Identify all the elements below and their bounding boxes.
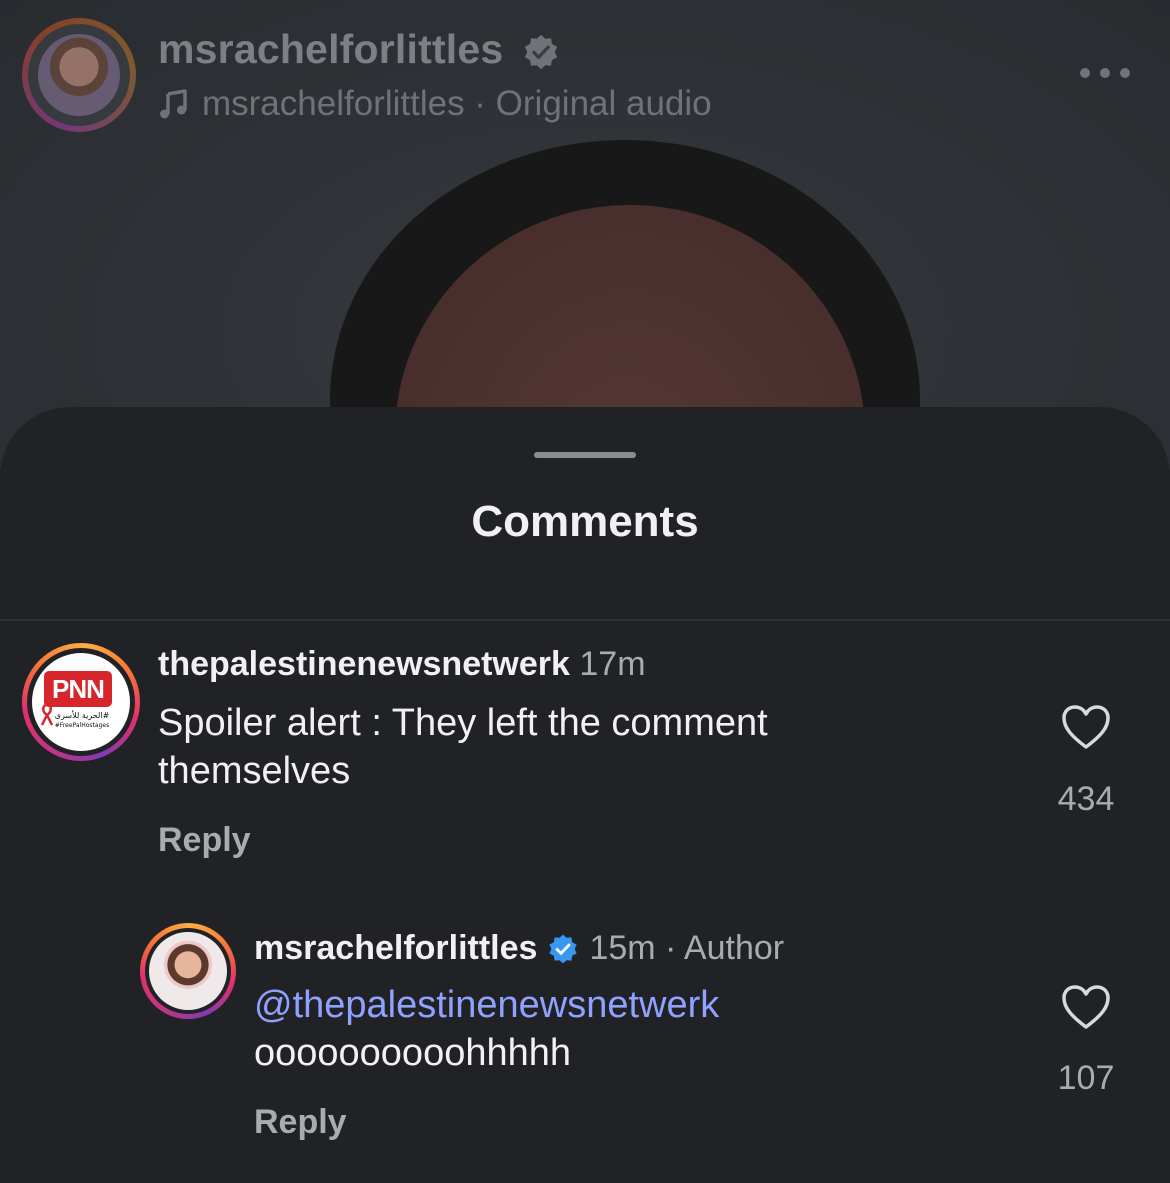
- like-count: 434: [1057, 780, 1115, 818]
- comments-sheet: Comments PNN الحرية للأسرى# #FreePalHost…: [0, 407, 1170, 1183]
- like-count: 107: [1057, 1059, 1115, 1097]
- avatar-photo: [38, 34, 120, 116]
- reply-author-avatar[interactable]: [140, 923, 236, 1019]
- avatar-arabic-text: الحرية للأسرى#: [54, 711, 110, 720]
- reply-button[interactable]: Reply: [158, 821, 251, 860]
- reply-comment-item: msrachelforlittles 15m · Author @thepale…: [0, 887, 1170, 1183]
- pnn-logo: PNN: [44, 671, 112, 707]
- like-heart-icon[interactable]: [1060, 983, 1112, 1031]
- music-note-icon: [160, 89, 187, 119]
- comment-meta: 15m · Author: [589, 929, 785, 967]
- more-options-icon[interactable]: [1080, 66, 1130, 80]
- avatar-hashtag: #FreePalHostages: [54, 722, 110, 729]
- like-heart-icon[interactable]: [1060, 703, 1112, 751]
- avatar-photo: [149, 932, 227, 1010]
- reel-author-avatar[interactable]: [22, 18, 136, 132]
- verified-badge-icon: [549, 934, 578, 963]
- reply-button[interactable]: Reply: [254, 1103, 347, 1142]
- commenter-avatar[interactable]: PNN الحرية للأسرى# #FreePalHostages: [22, 643, 140, 761]
- comment-text-block: @thepalestinenewsnetwerk oooooooooohhhhh: [254, 981, 1014, 1077]
- reel-header: msrachelforlittles msrachelforlittles · …: [0, 0, 1170, 140]
- comment-timestamp: 17m: [579, 645, 646, 683]
- comment-username[interactable]: thepalestinenewsnetwerk: [158, 645, 570, 683]
- comment-item: PNN الحرية للأسرى# #FreePalHostages thep…: [0, 407, 1170, 887]
- reel-audio-row[interactable]: msrachelforlittles · Original audio: [158, 84, 712, 124]
- comment-header: thepalestinenewsnetwerk 17m: [158, 645, 646, 684]
- mention-link[interactable]: @thepalestinenewsnetwerk: [254, 981, 1014, 1029]
- comment-username[interactable]: msrachelforlittles: [254, 929, 537, 968]
- verified-badge-icon: [524, 34, 558, 70]
- comment-text: Spoiler alert : They left the comment th…: [158, 702, 768, 792]
- comment-header: msrachelforlittles 15m · Author: [254, 929, 784, 968]
- avatar-gap: [28, 24, 130, 126]
- reel-author-username[interactable]: msrachelforlittles: [158, 26, 503, 73]
- reel-audio-label: msrachelforlittles · Original audio: [202, 84, 712, 123]
- comment-text: oooooooooohhhhh: [254, 1032, 572, 1074]
